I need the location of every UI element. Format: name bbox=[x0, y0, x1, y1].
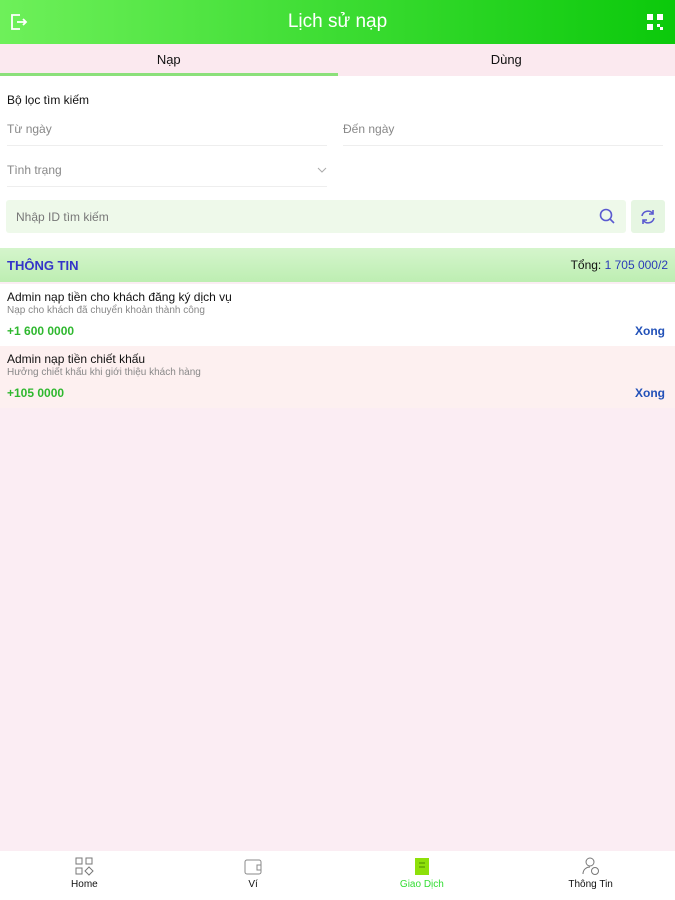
item-status: Xong bbox=[635, 386, 665, 400]
item-status: Xong bbox=[635, 324, 665, 338]
refresh-button[interactable] bbox=[631, 200, 665, 233]
filter-label: Bộ lọc tìm kiếm bbox=[7, 93, 90, 107]
nav-label: Giao Dịch bbox=[399, 879, 444, 890]
from-date-field[interactable]: Từ ngày bbox=[7, 122, 327, 146]
item-amount: +1 600 0000 bbox=[7, 324, 75, 338]
list-item[interactable]: Admin nạp tiền cho khách đăng ký dịch vụ… bbox=[0, 284, 675, 346]
status-select-label: Tình trạng bbox=[7, 163, 62, 177]
app-header: Lịch sử nạp bbox=[0, 0, 675, 44]
item-subtitle: Nạp cho khách đã chuyển khoản thành công bbox=[7, 305, 205, 316]
nav-transactions[interactable]: Giao Dịch bbox=[338, 851, 507, 900]
page-title: Lịch sử nạp bbox=[287, 11, 388, 32]
total-value: 1 705 000/2 bbox=[604, 258, 668, 272]
item-amount: +105 0000 bbox=[7, 386, 65, 400]
user-icon bbox=[582, 857, 599, 875]
status-select[interactable]: Tình trạng bbox=[7, 163, 327, 187]
search-placeholder: Nhập ID tìm kiếm bbox=[16, 210, 109, 224]
search-icon[interactable] bbox=[599, 208, 616, 225]
tab-bar: Nạp Dùng bbox=[0, 44, 675, 76]
list-item[interactable]: Admin nạp tiền chiết khấu Hưởng chiết kh… bbox=[0, 346, 675, 408]
nav-profile[interactable]: Thông Tin bbox=[506, 851, 675, 900]
home-grid-icon bbox=[75, 857, 95, 876]
nav-label: Thông Tin bbox=[568, 879, 613, 890]
chevron-down-icon bbox=[317, 167, 327, 173]
logout-icon[interactable] bbox=[8, 12, 28, 32]
section-title: THÔNG TIN bbox=[7, 257, 79, 273]
to-date-field[interactable]: Đến ngày bbox=[343, 122, 663, 146]
wallet-icon bbox=[244, 859, 262, 875]
tab-dung[interactable]: Dùng bbox=[338, 44, 675, 76]
qr-code-icon[interactable] bbox=[645, 12, 665, 32]
total-label: Tổng: bbox=[570, 258, 602, 272]
nav-home[interactable]: Home bbox=[0, 851, 169, 900]
nav-label: Ví bbox=[248, 879, 258, 890]
filter-panel: Bộ lọc tìm kiếm Từ ngày Đến ngày Tình tr… bbox=[0, 76, 675, 248]
transaction-icon bbox=[414, 858, 429, 875]
nav-label: Home bbox=[71, 879, 98, 890]
item-title: Admin nạp tiền chiết khấu bbox=[7, 352, 146, 366]
search-input[interactable]: Nhập ID tìm kiếm bbox=[6, 200, 626, 233]
item-title: Admin nạp tiền cho khách đăng ký dịch vụ bbox=[7, 290, 232, 304]
item-subtitle: Hưởng chiết khấu khi giới thiệu khách hà… bbox=[7, 367, 201, 378]
bottom-nav: Home Ví Giao Dịch Thông Tin bbox=[0, 851, 675, 900]
nav-wallet[interactable]: Ví bbox=[169, 851, 338, 900]
total: Tổng: 1 705 000/2 bbox=[571, 258, 668, 272]
tab-nap[interactable]: Nạp bbox=[0, 44, 338, 76]
refresh-icon bbox=[641, 210, 655, 224]
info-section-header: THÔNG TIN Tổng: 1 705 000/2 bbox=[0, 248, 675, 282]
